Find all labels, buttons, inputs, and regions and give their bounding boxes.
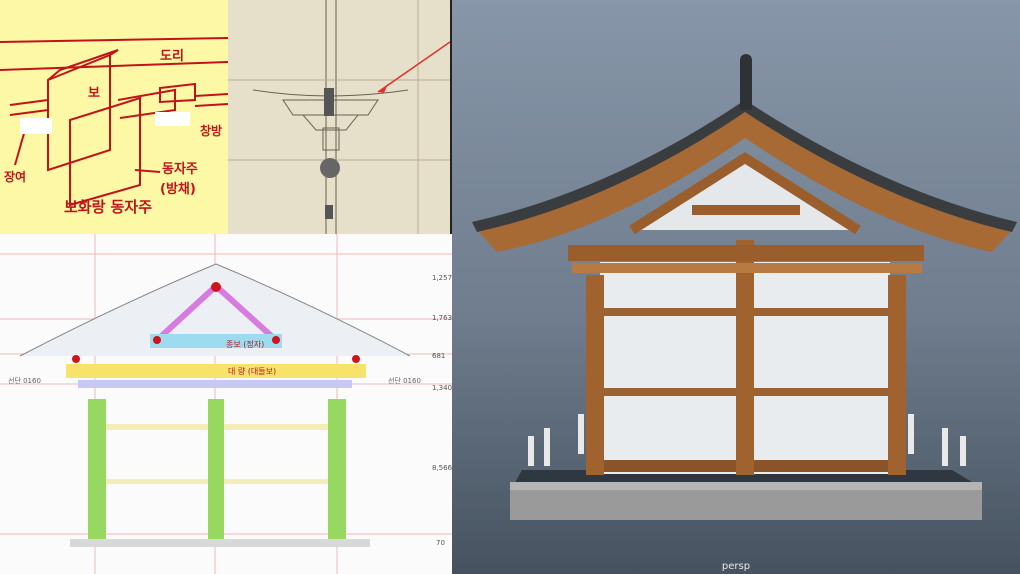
sketch-label-bo: 보	[88, 86, 100, 101]
sketch-label-jangyeo-left: 장여	[4, 170, 27, 184]
sketch-label-dori: 도리	[160, 49, 184, 64]
side-label-right: 선단 0160	[388, 377, 421, 385]
annotated-elevation-drawing: 종보 (정자) 대 량 (대들보) 선단 0160 선단 0160 1,257 …	[0, 234, 452, 574]
historic-drawing-photo	[228, 0, 450, 234]
side-label-left: 선단 0160	[8, 377, 41, 385]
label-daeryang: 대 량 (대들보)	[228, 367, 277, 376]
dimension-1: 1,257	[432, 274, 452, 282]
historic-bracket-drawing	[228, 0, 450, 234]
sketch-label-bangchae: (방채)	[160, 182, 196, 197]
3d-viewport[interactable]: persp	[452, 0, 1020, 574]
dimension-6: 70	[436, 539, 445, 547]
elevation-svg	[0, 234, 452, 574]
dimension-5: 8,566	[432, 464, 452, 472]
sketch-label-dongjaju: 동자주	[162, 162, 198, 177]
camera-label: persp	[721, 561, 751, 572]
sketch-label-changbang: 창방	[200, 124, 223, 138]
label-jongbo: 종보 (정자)	[226, 340, 265, 349]
hand-sketch-panel: 도리 보 창방 장여 장여 동자주 (방채) 보화랑 동자주	[0, 0, 228, 234]
sketch-label-caption: 보화랑 동자주	[64, 198, 153, 216]
pavilion-render	[472, 54, 1017, 520]
dimension-4: 1,340	[432, 384, 452, 392]
dimension-2: 1,763	[432, 314, 452, 322]
dimension-3: 681	[432, 352, 446, 360]
